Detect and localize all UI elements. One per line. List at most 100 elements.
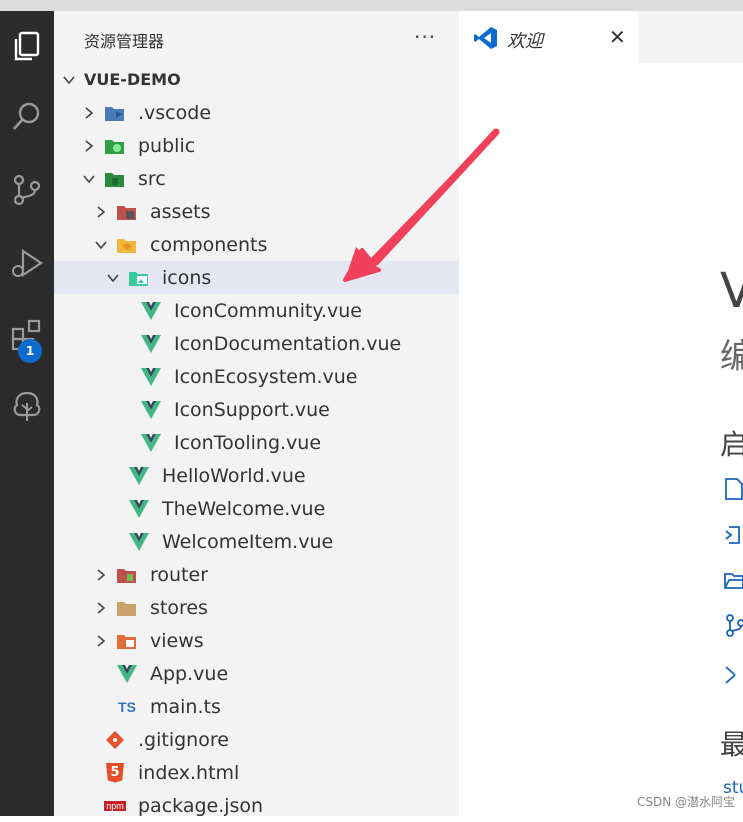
tree-item-label: IconEcosystem.vue [174,365,358,388]
npm-file-icon-text: npm [104,800,126,811]
tree-item-assets[interactable]: assets [54,195,459,228]
chevron-right-icon [82,106,96,120]
chevron-right-icon [94,601,108,615]
welcome-start-heading: 启 [720,428,743,461]
welcome-subheading: 编 [720,337,743,377]
tree-item-label: index.html [138,761,240,784]
tree-root-vue-demo[interactable]: VUE-DEMO [54,63,459,96]
welcome-recent-heading: 最 [720,728,743,761]
tree-item-thewelcome-vue[interactable]: TheWelcome.vue [54,492,459,525]
tree-item-icontooling-vue[interactable]: IconTooling.vue [54,426,459,459]
tree-item-label: App.vue [150,662,229,685]
vue-file-icon [140,334,162,354]
more-actions-button[interactable]: ··· [414,25,436,49]
chevron-down-icon [62,73,76,87]
components-folder-icon [116,235,138,255]
tree-item-label: WelcomeItem.vue [162,530,334,553]
chevron-right-icon [82,139,96,153]
git-file-icon [104,730,126,750]
tree-item-public[interactable]: public [54,129,459,162]
chevron-down-icon [94,238,108,252]
tree-item-icons[interactable]: icons [54,261,459,294]
html5-file-icon: 5 [104,762,126,783]
tab-welcome-label: 欢迎 [507,31,543,52]
tree-item-helloworld-vue[interactable]: HelloWorld.vue [54,459,459,492]
html5-file-icon-text: 5 [106,762,124,783]
open-folder-icon[interactable] [723,568,743,592]
tree-item-label: views [150,629,204,652]
assets-folder-icon [116,202,138,222]
typescript-file-icon-text: TS [118,698,136,715]
tree-item-label: src [138,167,166,190]
tab-welcome[interactable]: 欢迎 ✕ [459,11,638,63]
window-top-strip [0,0,743,11]
vue-file-icon [128,532,150,552]
tree-item-package-json[interactable]: npm package.json [54,789,459,822]
tree-item-label: IconCommunity.vue [174,299,362,322]
vue-file-icon [140,301,162,321]
root-folder-label: VUE-DEMO [84,70,181,89]
chevron-right-icon [94,634,108,648]
tree-item-label: HelloWorld.vue [162,464,306,487]
explorer-icon[interactable] [0,23,54,71]
vscode-logo-icon [474,27,497,49]
vscode-folder-icon [104,103,126,123]
search-icon[interactable] [0,93,54,141]
close-icon[interactable]: ✕ [609,25,626,49]
typescript-file-icon: TS [116,697,138,717]
tree-item-welcomeitem-vue[interactable]: WelcomeItem.vue [54,525,459,558]
tree-item-iconcommunity-vue[interactable]: IconCommunity.vue [54,294,459,327]
connect-remote-icon[interactable] [723,661,743,685]
tree-item-src[interactable]: src [54,162,459,195]
public-folder-icon [104,136,126,156]
vue-file-icon [140,367,162,387]
clone-repo-icon[interactable] [723,613,743,637]
chevron-down-icon [106,271,120,285]
tree-item-icondocumentation-vue[interactable]: IconDocumentation.vue [54,327,459,360]
editor-area: 欢迎 ✕ V 编 启 最 stu [459,11,743,816]
src-folder-icon [104,169,126,189]
run-debug-icon[interactable] [0,239,54,287]
tree-item-main-ts[interactable]: TS main.ts [54,690,459,723]
tree-item-vscode[interactable]: .vscode [54,96,459,129]
open-file-icon[interactable] [723,523,743,547]
tree-item-label: assets [150,200,211,223]
tree-item-label: .vscode [138,101,212,124]
tree-item-app-vue[interactable]: App.vue [54,657,459,690]
chevron-right-icon [94,205,108,219]
tree-item-label: main.ts [150,695,221,718]
tab-bar: 欢迎 ✕ [459,11,743,63]
tree-item-label: IconTooling.vue [174,431,322,454]
tree-item-label: icons [162,266,212,289]
vue-file-icon [128,499,150,519]
tree-item-stores[interactable]: stores [54,591,459,624]
views-folder-icon [116,631,138,651]
folder-icon [116,598,138,618]
remote-tree-icon[interactable] [0,383,54,431]
vue-file-icon [116,664,138,684]
tree-item-label: IconDocumentation.vue [174,332,402,355]
tree-item-router[interactable]: router [54,558,459,591]
explorer-sidebar: 资源管理器 ··· VUE-DEMO .vscode public src asset… [54,11,459,817]
new-file-icon[interactable] [723,477,743,501]
welcome-heading: V [720,263,743,319]
tree-item-label: stores [150,596,208,619]
source-control-icon[interactable] [0,166,54,214]
tree-item-views[interactable]: views [54,624,459,657]
chevron-down-icon [82,172,96,186]
tree-item-gitignore[interactable]: .gitignore [54,723,459,756]
tree-item-iconecosystem-vue[interactable]: IconEcosystem.vue [54,360,459,393]
images-folder-icon [128,268,150,288]
explorer-title: 资源管理器 [84,32,165,51]
tree-item-label: router [150,563,209,586]
npm-file-icon: npm [104,796,126,816]
tree-item-iconsupport-vue[interactable]: IconSupport.vue [54,393,459,426]
tree-item-label: components [150,233,268,256]
router-folder-icon [116,565,138,585]
extensions-badge: 1 [18,339,42,363]
tree-item-index-html[interactable]: 5 index.html [54,756,459,789]
tree-item-label: public [138,134,196,157]
tree-item-components[interactable]: components [54,228,459,261]
vue-file-icon [140,400,162,420]
chevron-right-icon [94,568,108,582]
